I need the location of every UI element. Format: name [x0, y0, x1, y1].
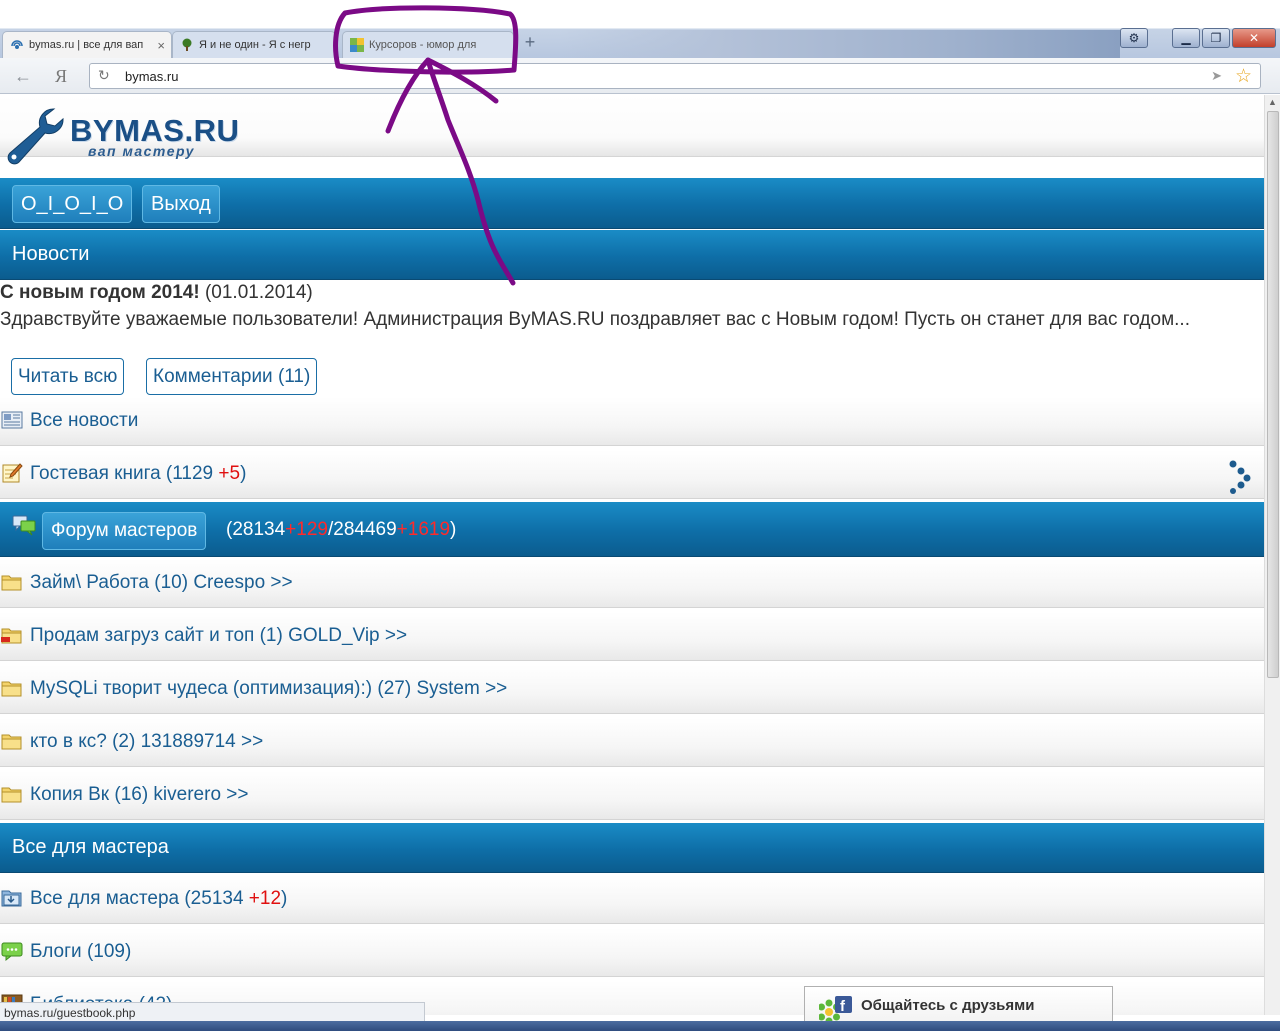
guestbook-link[interactable]: Гостевая книга (1129 +5)	[0, 449, 1264, 499]
master-section-header: Все для мастера	[0, 823, 1264, 873]
topic-link[interactable]: Займ\ Работа (10) Creespo >>	[30, 572, 293, 594]
folder-icon	[1, 787, 22, 803]
share-dots-icon[interactable]	[1228, 460, 1252, 494]
social-chat-label[interactable]: Общайтесь с друзьями	[861, 997, 1034, 1014]
wrench-logo-icon	[7, 108, 64, 165]
news-body: Здравствуйте уважаемые пользователи! Адм…	[0, 309, 1190, 330]
topic-link[interactable]: MySQLi творит чудеса (оптимизация):) (27…	[30, 678, 507, 700]
profile-button[interactable]: O_I_O_I_O	[12, 185, 133, 223]
blogs-row[interactable]: Блоги (109)	[0, 927, 1264, 977]
folder-icon	[1, 575, 22, 591]
topic-link[interactable]: кто в кс? (2) 131889714 >>	[30, 731, 263, 753]
chat-bubbles-icon	[12, 515, 36, 536]
tab-kursorov[interactable]: Курсоров - юмор для	[342, 31, 514, 58]
site-logo-subtitle: вап мастеру	[88, 143, 195, 159]
bymas-favicon-icon	[9, 37, 25, 53]
topic-link[interactable]: Продам загруз сайт и топ (1) GOLD_Vip >>	[30, 625, 407, 647]
new-tab-button[interactable]: +	[520, 33, 540, 53]
download-folder-icon	[1, 890, 22, 907]
folder-hot-icon	[1, 628, 22, 644]
close-tab-icon[interactable]: ×	[157, 38, 165, 53]
topic-row[interactable]: Займ\ Работа (10) Creespo >>	[0, 558, 1264, 608]
news-section-title: Новости	[12, 243, 90, 265]
scrollbar-thumb[interactable]	[1267, 111, 1279, 678]
address-toolbar: ← Я ↻ bymas.ru ➤ ☆	[0, 58, 1280, 94]
back-arrow-icon[interactable]: ←	[14, 66, 32, 87]
window-controls: ⚙ ▁ ❐ ✕	[1120, 28, 1276, 48]
squares-favicon-icon	[349, 37, 365, 53]
blogs-link[interactable]: Блоги (109)	[30, 941, 131, 963]
tab-ya-i-ne-odin[interactable]: Я и не один - Я с негр	[172, 31, 336, 58]
logout-button[interactable]: Выход	[142, 185, 220, 223]
tab-label: bymas.ru | все для вап	[29, 39, 144, 51]
bookmark-star-icon[interactable]: ☆	[1235, 65, 1252, 88]
comments-button[interactable]: Комментарии (11)	[146, 358, 318, 395]
windows-taskbar	[0, 1021, 1280, 1031]
news-date: (01.01.2014)	[204, 282, 313, 303]
maximize-button[interactable]: ❐	[1202, 28, 1230, 48]
read-more-button[interactable]: Читать всю	[11, 358, 125, 395]
master-new-count: +12	[248, 888, 282, 909]
tree-favicon-icon	[179, 37, 195, 53]
browser-window: bymas.ru | все для вап × Я и не один - Я…	[0, 0, 1280, 1031]
guestbook-new-count: +5	[218, 463, 241, 484]
topic-row[interactable]: Копия Вк (16) kiverero >>	[0, 770, 1264, 820]
yandex-logo-icon[interactable]: Я	[55, 66, 67, 87]
topic-link[interactable]: Копия Вк (16) kiverero >>	[30, 784, 248, 806]
vertical-scrollbar[interactable]: ▲	[1264, 95, 1280, 1015]
site-header: BYMAS.RU вап мастеру	[0, 95, 1264, 165]
notepad-pencil-icon	[2, 463, 23, 483]
address-bar[interactable]: ↻ bymas.ru ➤ ☆	[89, 63, 1261, 89]
topic-row[interactable]: кто в кс? (2) 131889714 >>	[0, 717, 1264, 767]
tab-bymas[interactable]: bymas.ru | все для вап ×	[2, 31, 172, 58]
master-section-title: Все для мастера	[12, 836, 169, 858]
go-arrow-icon[interactable]: ➤	[1211, 68, 1222, 84]
minimize-button[interactable]: ▁	[1172, 28, 1200, 48]
status-bar-url: bymas.ru/guestbook.php	[0, 1002, 425, 1022]
forum-button[interactable]: Форум мастеров	[42, 512, 207, 550]
reload-icon[interactable]: ↻	[98, 67, 110, 84]
green-chat-icon	[1, 942, 23, 962]
tab-strip-background	[560, 30, 1120, 58]
close-window-button[interactable]: ✕	[1232, 28, 1276, 48]
address-text[interactable]: bymas.ru	[125, 69, 178, 84]
all-news-label[interactable]: Все новости	[30, 410, 138, 432]
web-page: BYMAS.RU вап мастеру O_I_O_I_O Выход Нов…	[0, 95, 1264, 1015]
folder-icon	[1, 734, 22, 750]
settings-gear-icon[interactable]: ⚙	[1120, 28, 1148, 48]
user-bar: O_I_O_I_O Выход	[0, 178, 1264, 229]
all-news-link[interactable]: Все новости	[0, 396, 1264, 446]
forum-posts-new: +1619	[396, 519, 451, 540]
topic-row[interactable]: Продам загруз сайт и топ (1) GOLD_Vip >>	[0, 611, 1264, 661]
newspaper-icon	[1, 411, 23, 429]
news-section-header: Новости	[0, 230, 1264, 280]
master-link-row[interactable]: Все для мастера (25134 +12)	[0, 874, 1264, 924]
forum-section-header: Форум мастеров (28134+129/284469+1619)	[0, 502, 1264, 557]
news-headline: С новым годом 2014! (01.01.2014)	[0, 282, 313, 304]
scroll-up-arrow-icon[interactable]: ▲	[1268, 97, 1277, 107]
master-link[interactable]: Все для мастера (25134 +12)	[30, 888, 287, 910]
icq-facebook-icon: f	[819, 996, 852, 1024]
topic-row[interactable]: MySQLi творит чудеса (оптимизация):) (27…	[0, 664, 1264, 714]
tab-label: Курсоров - юмор для	[369, 39, 477, 51]
tab-strip: bymas.ru | все для вап × Я и не один - Я…	[0, 0, 1280, 58]
forum-stats: (28134+129/284469+1619)	[226, 519, 457, 540]
folder-icon	[1, 681, 22, 697]
guestbook-label[interactable]: Гостевая книга (1129 +5)	[30, 463, 246, 485]
tab-label: Я и не один - Я с негр	[199, 39, 311, 51]
news-title: С новым годом 2014!	[0, 282, 200, 303]
forum-topics-new: +129	[285, 519, 328, 540]
